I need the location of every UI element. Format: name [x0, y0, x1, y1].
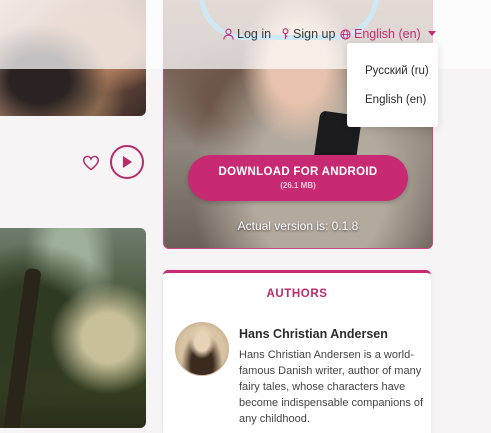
book-cover-image-bottom[interactable]	[0, 228, 146, 428]
language-selector[interactable]: English (en)	[340, 27, 436, 41]
signup-label: Sign up	[293, 27, 336, 41]
author-avatar[interactable]	[175, 322, 229, 376]
globe-icon	[340, 28, 351, 40]
download-label: DOWNLOAD FOR ANDROID	[218, 166, 378, 178]
user-icon	[223, 28, 234, 40]
caret-down-icon	[427, 31, 436, 36]
heart-icon[interactable]	[80, 152, 102, 174]
signup-link[interactable]: Sign up	[281, 27, 335, 41]
download-android-button[interactable]: DOWNLOAD FOR ANDROID (26.1 MB)	[188, 155, 408, 201]
play-button[interactable]	[110, 145, 144, 179]
language-dropdown-menu: Русский (ru) English (en)	[347, 43, 438, 127]
author-bio: Hans Christian Andersen is a world-famou…	[239, 349, 424, 425]
login-label: Log in	[237, 27, 272, 41]
language-option-ru[interactable]: Русский (ru)	[365, 65, 429, 77]
login-link[interactable]: Log in	[223, 27, 271, 41]
play-icon	[123, 156, 132, 168]
version-text: Actual version is: 0.1.8	[237, 219, 359, 233]
author-name[interactable]: Hans Christian Andersen	[239, 327, 388, 341]
authors-card: AUTHORS Hans Christian Andersen Hans Chr…	[163, 270, 431, 433]
language-option-en[interactable]: English (en)	[365, 94, 426, 106]
authors-title: AUTHORS	[266, 288, 328, 300]
key-icon	[282, 28, 289, 40]
language-label: English (en)	[354, 27, 421, 41]
download-size: (26.1 MB)	[280, 181, 316, 190]
